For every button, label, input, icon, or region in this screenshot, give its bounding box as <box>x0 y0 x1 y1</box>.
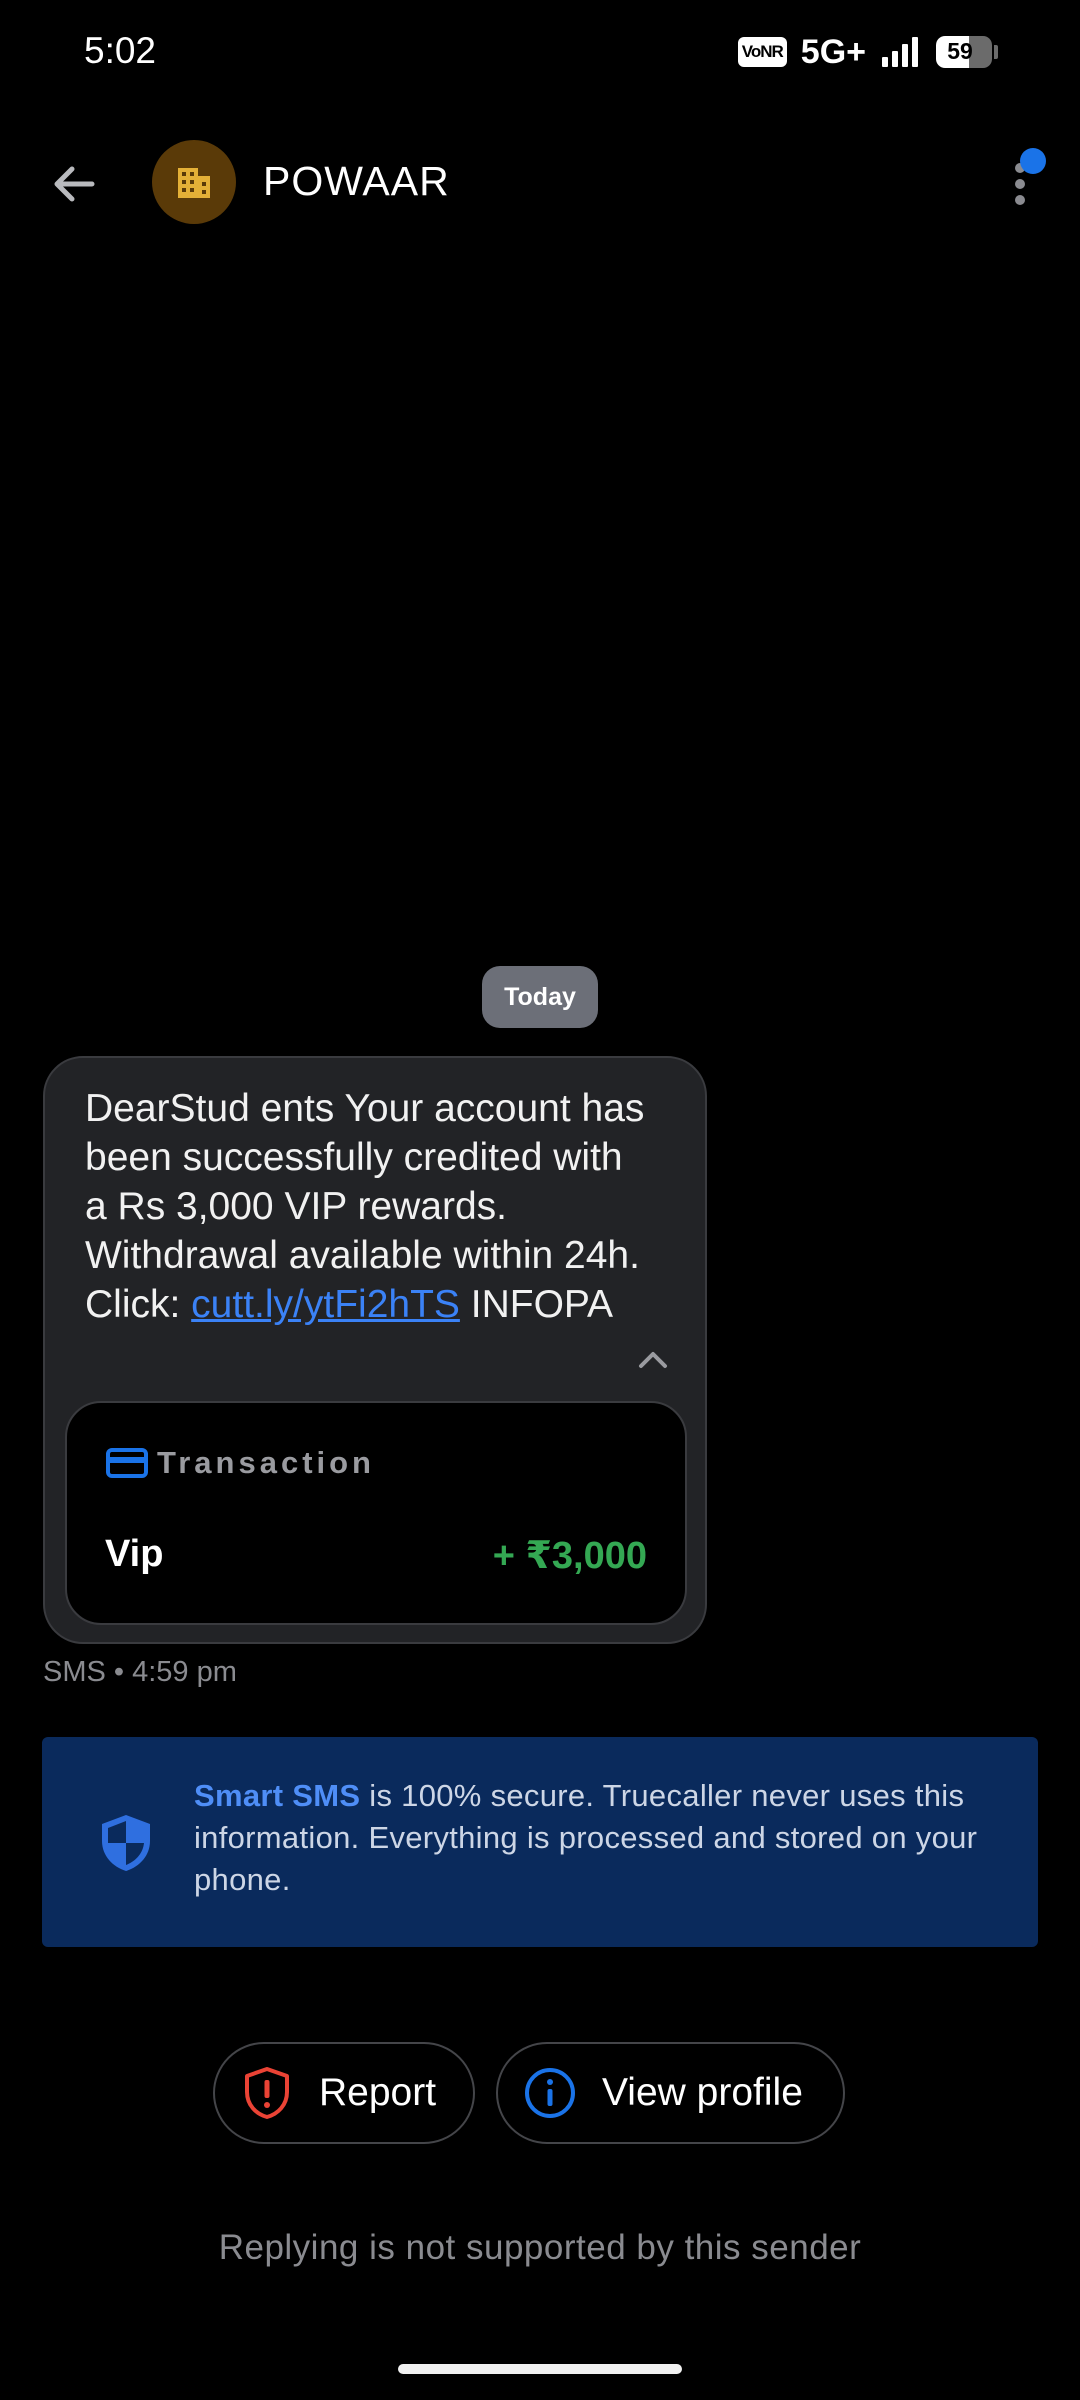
status-time: 5:02 <box>84 30 157 71</box>
status-indicators: VoNR 5G+ 59 <box>737 30 998 74</box>
shield-icon <box>102 1815 150 1871</box>
transaction-name: Vip <box>105 1533 164 1575</box>
transaction-title: Transaction <box>157 1445 375 1480</box>
conversation-header: POWAAR <box>0 130 1080 230</box>
message-meta: SMS • 4:59 pm <box>43 1656 237 1688</box>
transaction-header: Transaction <box>105 1445 375 1481</box>
transaction-amount: + ₹3,000 <box>492 1535 647 1577</box>
home-indicator[interactable] <box>398 2364 682 2374</box>
message-link[interactable]: cutt.ly/ytFi2hTS <box>191 1283 460 1326</box>
sender-avatar[interactable] <box>152 140 236 224</box>
banner-text: Smart SMS is 100% secure. Truecaller nev… <box>194 1775 994 1901</box>
view-profile-button[interactable]: View profile <box>496 2042 845 2144</box>
view-profile-label: View profile <box>602 2071 803 2114</box>
reply-unsupported-note: Replying is not supported by this sender <box>218 2228 862 2267</box>
smart-sms-banner: Smart SMS is 100% secure. Truecaller nev… <box>42 1737 1038 1947</box>
battery-percent: 59 <box>947 38 973 64</box>
credit-card-icon <box>106 1448 148 1478</box>
network-type-label: 5G+ <box>800 32 866 71</box>
signal-icon <box>882 37 918 67</box>
message-bubble[interactable]: DearStud ents Your account has been succ… <box>43 1056 707 1644</box>
sms-conversation-screen: 5:02 VoNR 5G+ 59 POWAAR Today DearStud e… <box>0 0 1080 2400</box>
vonr-badge: VoNR <box>737 37 787 67</box>
building-icon <box>178 168 210 198</box>
alert-shield-icon <box>245 2067 289 2119</box>
sender-name[interactable]: POWAAR <box>263 158 450 205</box>
battery-icon: 59 <box>936 36 992 68</box>
status-bar: 5:02 VoNR 5G+ 59 <box>0 0 1080 100</box>
message-text: DearStud ents Your account has been succ… <box>85 1084 645 1329</box>
info-icon <box>525 2068 575 2118</box>
report-button[interactable]: Report <box>213 2042 475 2144</box>
report-label: Report <box>319 2071 437 2114</box>
date-chip: Today <box>482 966 598 1028</box>
battery-cap <box>994 45 998 59</box>
back-arrow-icon[interactable] <box>40 150 108 218</box>
notification-dot <box>1020 148 1046 174</box>
message-suffix: INFOPA <box>459 1283 614 1326</box>
chevron-up-icon[interactable] <box>633 1340 673 1380</box>
transaction-card[interactable]: Transaction Vip + ₹3,000 <box>65 1401 687 1625</box>
banner-brand: Smart SMS <box>194 1778 361 1813</box>
